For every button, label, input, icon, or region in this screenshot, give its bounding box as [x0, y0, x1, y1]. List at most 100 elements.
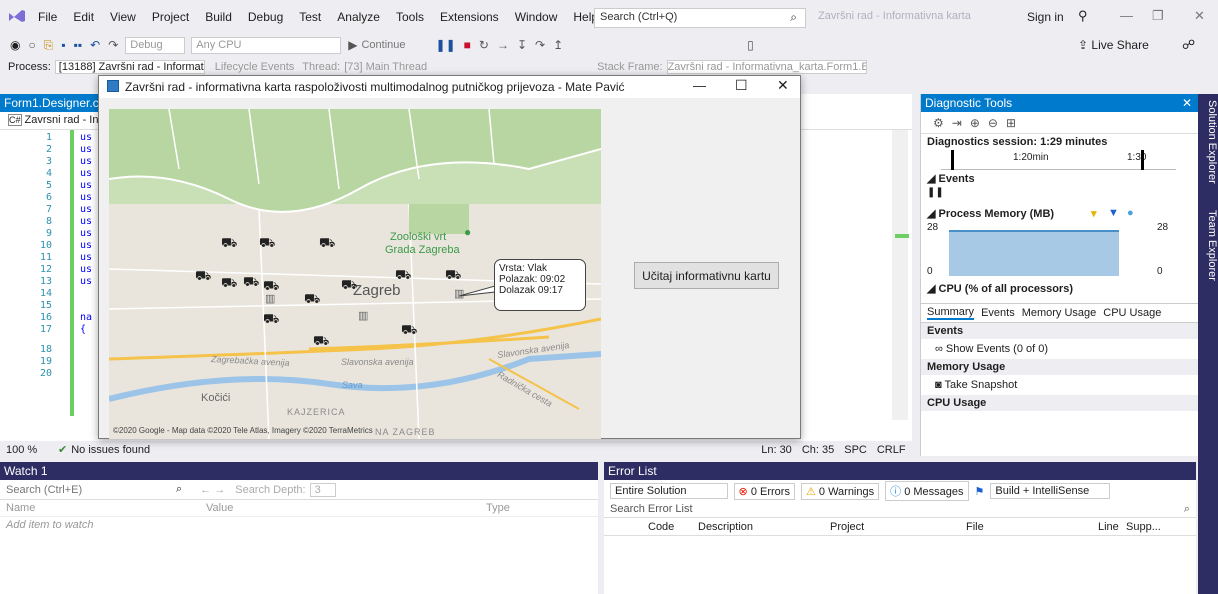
process-dropdown[interactable]: [13188] Završni rad - Informativna: [54, 60, 205, 74]
editor-scrollbar[interactable]: [892, 130, 908, 420]
messages-filter-button[interactable]: ⓘ 0 Messages: [885, 481, 969, 501]
bus-marker-icon[interactable]: ⛟: [263, 312, 279, 325]
stack-frame-dropdown[interactable]: Završni rad - Informativna_karta.Form1.B: [666, 60, 867, 74]
col-file[interactable]: File: [966, 521, 1098, 533]
col-line[interactable]: Line: [1098, 521, 1126, 533]
menu-test[interactable]: Test: [299, 10, 321, 24]
menu-window[interactable]: Window: [515, 10, 558, 24]
col-suppression[interactable]: Supp...: [1126, 521, 1161, 533]
tab-cpu-usage[interactable]: CPU Usage: [1103, 307, 1161, 319]
forward-icon[interactable]: ○: [28, 38, 35, 52]
step-into-icon[interactable]: ↧: [517, 38, 527, 52]
redo-icon[interactable]: ↷: [108, 38, 118, 52]
step-over-icon[interactable]: ↷: [535, 38, 545, 52]
search-depth-dropdown[interactable]: 3: [309, 482, 336, 497]
nav-back-icon[interactable]: ← →: [200, 484, 225, 496]
scope-filter-dropdown[interactable]: Entire Solution: [610, 483, 728, 499]
col-project[interactable]: Project: [830, 521, 966, 533]
lifecycle-events-dropdown[interactable]: Lifecycle Events: [215, 61, 294, 73]
zoom-in-icon[interactable]: ⊕: [970, 116, 980, 130]
stop-icon[interactable]: ■: [464, 38, 471, 52]
menu-build[interactable]: Build: [205, 10, 232, 24]
error-search-input[interactable]: Search Error List ⌕: [604, 502, 1196, 518]
menu-debug[interactable]: Debug: [248, 10, 283, 24]
events-section-header[interactable]: ◢ Events: [921, 170, 1198, 187]
step-out-icon[interactable]: ↥: [553, 38, 563, 52]
restore-icon[interactable]: ❐: [1152, 8, 1164, 24]
bus-marker-icon[interactable]: ⛟: [313, 334, 329, 347]
bus-marker-icon[interactable]: ⛟: [243, 275, 259, 288]
menu-tools[interactable]: Tools: [396, 10, 424, 24]
col-type[interactable]: Type: [480, 501, 516, 515]
sign-in-link[interactable]: Sign in: [1027, 10, 1064, 24]
code-line[interactable]: us: [80, 228, 92, 239]
form-maximize-icon[interactable]: ☐: [735, 77, 748, 94]
bus-marker-icon[interactable]: ⛟: [259, 236, 275, 249]
bus-marker-icon[interactable]: ⛟: [395, 268, 411, 281]
warnings-filter-button[interactable]: ⚠ 0 Warnings: [800, 482, 880, 500]
bus-marker-icon[interactable]: ⛟: [401, 323, 417, 336]
menu-extensions[interactable]: Extensions: [440, 10, 499, 24]
code-line[interactable]: us: [80, 252, 92, 263]
watch-search-icon[interactable]: ⌕: [176, 483, 182, 496]
close-icon[interactable]: ✕: [1194, 8, 1205, 24]
minimize-icon[interactable]: —: [1120, 8, 1133, 23]
issues-status[interactable]: No issues found: [71, 444, 201, 456]
menu-view[interactable]: View: [110, 10, 136, 24]
code-line[interactable]: us: [80, 168, 92, 179]
code-line[interactable]: us: [80, 276, 92, 287]
solution-explorer-tab[interactable]: Solution Explorer: [1200, 100, 1218, 184]
col-description[interactable]: Description: [698, 521, 830, 533]
new-project-icon[interactable]: ⎘: [44, 38, 54, 53]
pause-icon[interactable]: ❚❚: [436, 38, 456, 52]
code-line[interactable]: us: [80, 180, 92, 191]
undo-icon[interactable]: ↶: [90, 38, 100, 52]
take-snapshot-button[interactable]: ◙ Take Snapshot: [921, 375, 1198, 395]
col-value[interactable]: Value: [200, 501, 480, 515]
errors-filter-button[interactable]: ⊗ 0 Errors: [733, 482, 795, 500]
live-share-button[interactable]: ⇪ Live Share: [1078, 38, 1149, 52]
code-line[interactable]: {: [80, 324, 86, 335]
zoom-level[interactable]: 100 %: [6, 444, 58, 456]
code-line[interactable]: us: [80, 240, 92, 251]
bus-marker-icon[interactable]: ⛟: [221, 276, 237, 289]
continue-icon[interactable]: ▶: [348, 38, 357, 52]
platform-dropdown[interactable]: Any CPU: [191, 36, 342, 54]
bus-marker-icon[interactable]: ⛟: [341, 278, 357, 291]
code-line[interactable]: us: [80, 204, 92, 215]
save-all-icon[interactable]: ▪▪: [74, 38, 83, 52]
bus-marker-icon[interactable]: ⛟: [445, 268, 461, 281]
team-explorer-tab[interactable]: Team Explorer: [1200, 210, 1218, 281]
config-dropdown[interactable]: Debug: [125, 36, 186, 54]
menu-project[interactable]: Project: [152, 10, 189, 24]
export-icon[interactable]: ⇥: [952, 116, 962, 130]
code-line[interactable]: na: [80, 312, 92, 323]
menu-analyze[interactable]: Analyze: [337, 10, 380, 24]
feedback-icon[interactable]: ☍: [1182, 37, 1195, 53]
bus-marker-icon[interactable]: ⛟: [263, 279, 279, 292]
code-line[interactable]: us: [80, 144, 92, 155]
bus-marker-icon[interactable]: ⛟: [195, 269, 211, 282]
add-watch-item[interactable]: Add item to watch: [0, 517, 598, 533]
diag-close-icon[interactable]: ✕: [1182, 96, 1192, 110]
continue-button[interactable]: Continue: [361, 39, 405, 51]
bus-marker-icon[interactable]: ⛟: [319, 236, 335, 249]
bus-marker-icon[interactable]: ⛟: [304, 292, 320, 305]
search-box[interactable]: Search (Ctrl+Q) ⌕: [594, 8, 806, 28]
account-icon[interactable]: ⚲: [1078, 8, 1088, 24]
settings-icon[interactable]: ⚙: [933, 116, 944, 130]
cpu-section-header[interactable]: ◢ CPU (% of all processors): [921, 280, 1198, 297]
bus-marker-icon[interactable]: ⛟: [221, 236, 237, 249]
bookmark-icon[interactable]: ▯: [747, 38, 754, 52]
tab-summary[interactable]: Summary: [927, 306, 975, 320]
thread-dropdown[interactable]: [73] Main Thread: [344, 61, 427, 73]
filter-icon[interactable]: ⚑: [975, 485, 985, 498]
form-minimize-icon[interactable]: —: [693, 78, 706, 93]
watch-search-input[interactable]: Search (Ctrl+E): [6, 484, 176, 496]
build-source-dropdown[interactable]: Build + IntelliSense: [990, 483, 1111, 499]
train-marker-icon[interactable]: ▥: [265, 292, 275, 305]
show-events-link[interactable]: ∞ Show Events (0 of 0): [921, 339, 1198, 359]
code-line[interactable]: us: [80, 156, 92, 167]
load-map-button[interactable]: Učitaj informativnu kartu: [634, 262, 779, 289]
back-icon[interactable]: ◉: [10, 38, 20, 52]
